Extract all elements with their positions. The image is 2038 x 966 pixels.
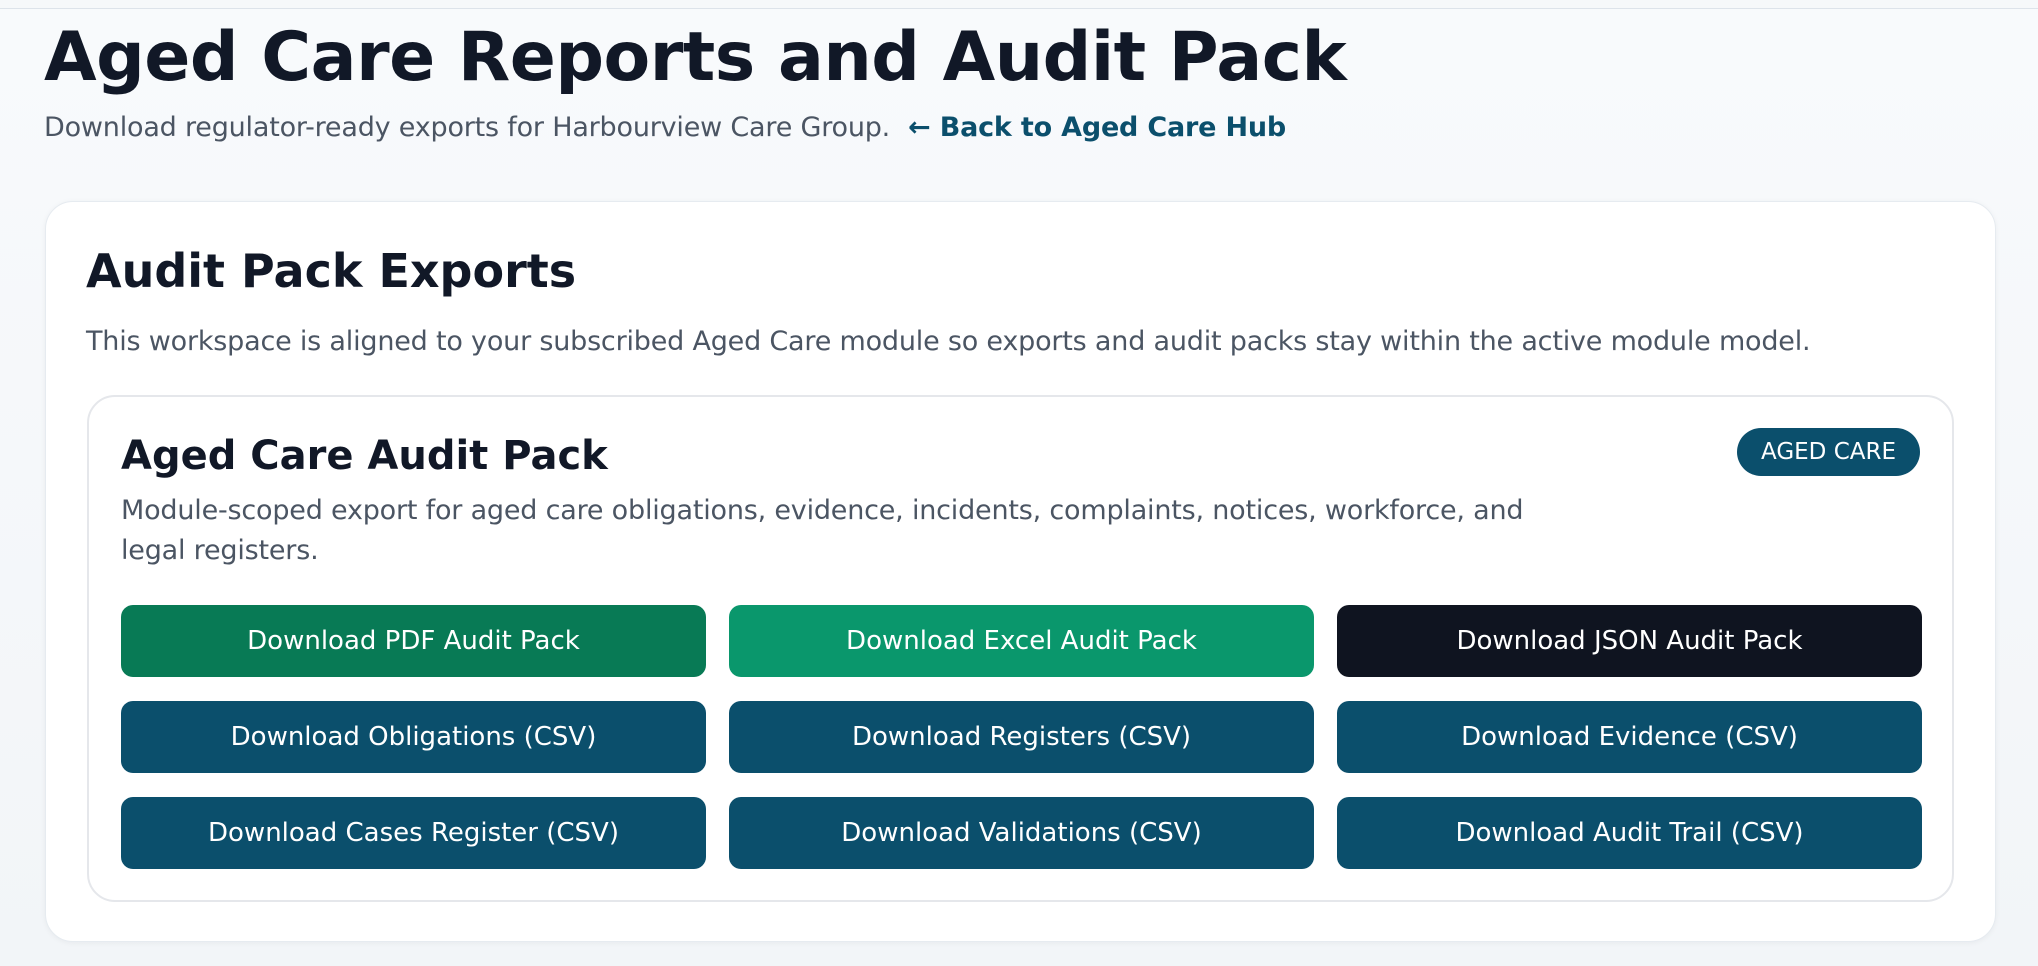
download-cases-register-csv-button[interactable]: Download Cases Register (CSV) — [121, 797, 706, 869]
download-pdf-audit-pack-button[interactable]: Download PDF Audit Pack — [121, 605, 706, 677]
pack-description: Module-scoped export for aged care oblig… — [121, 495, 1524, 566]
back-to-hub-link[interactable]: ← Back to Aged Care Hub — [908, 112, 1286, 143]
pack-title: Aged Care Audit Pack — [121, 433, 608, 479]
page-title: Aged Care Reports and Audit Pack — [44, 18, 1347, 97]
page-subline: Download regulator-ready exports for Har… — [44, 112, 1994, 143]
download-audit-trail-csv-button[interactable]: Download Audit Trail (CSV) — [1337, 797, 1922, 869]
top-border — [0, 0, 2038, 9]
download-registers-csv-button[interactable]: Download Registers (CSV) — [729, 701, 1314, 773]
module-badge: AGED CARE — [1736, 428, 1920, 476]
section-title: Audit Pack Exports — [86, 244, 577, 298]
audit-pack-exports-card: Audit Pack Exports This workspace is ali… — [45, 201, 1996, 942]
download-evidence-csv-button[interactable]: Download Evidence (CSV) — [1337, 701, 1922, 773]
download-validations-csv-button[interactable]: Download Validations (CSV) — [729, 797, 1314, 869]
download-obligations-csv-button[interactable]: Download Obligations (CSV) — [121, 701, 706, 773]
export-button-grid: Download PDF Audit Pack Download Excel A… — [121, 605, 1923, 869]
download-json-audit-pack-button[interactable]: Download JSON Audit Pack — [1337, 605, 1922, 677]
aged-care-audit-pack-card: Aged Care Audit Pack AGED CARE Module-sc… — [87, 395, 1954, 902]
page-header: Aged Care Reports and Audit Pack Downloa… — [44, 18, 1994, 143]
section-description: This workspace is aligned to your subscr… — [86, 326, 1811, 357]
page-subtitle: Download regulator-ready exports for Har… — [44, 112, 891, 143]
download-excel-audit-pack-button[interactable]: Download Excel Audit Pack — [729, 605, 1314, 677]
